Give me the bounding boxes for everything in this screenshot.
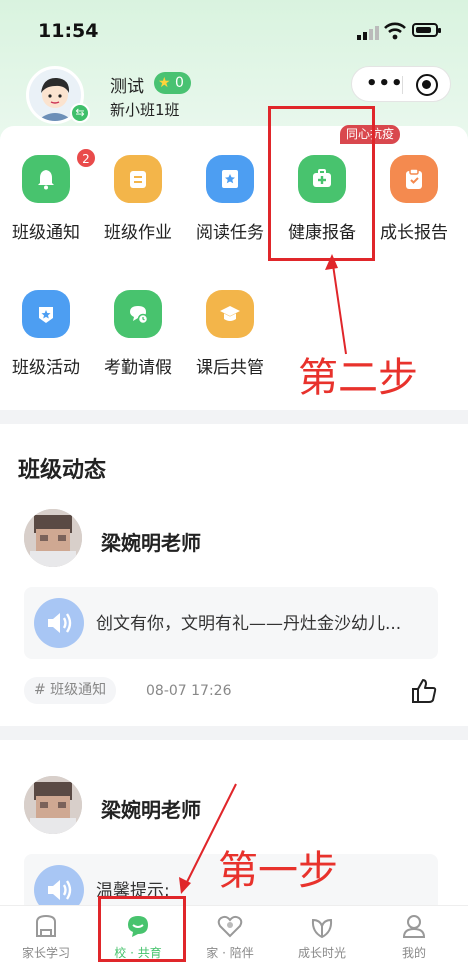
homework-icon bbox=[114, 155, 162, 203]
feature-class-notice[interactable]: 2 班级通知 bbox=[0, 148, 96, 265]
feature-label: 成长报告 bbox=[380, 223, 448, 243]
feature-after-school[interactable]: 课后共管 bbox=[184, 290, 276, 400]
school-bag-icon bbox=[36, 914, 56, 937]
topic-tag[interactable]: # 班级通知 bbox=[24, 677, 117, 704]
tab-home-companion[interactable]: 家 · 陪伴 bbox=[184, 906, 276, 971]
tab-mine[interactable]: 我的 bbox=[368, 906, 460, 971]
class-name: 新小班1班 bbox=[110, 101, 180, 119]
feature-label: 班级活动 bbox=[12, 358, 80, 378]
feature-class-homework[interactable]: 班级作业 bbox=[92, 155, 184, 265]
star-count: 0 bbox=[175, 75, 184, 91]
feature-attendance-leave[interactable]: 考勤请假 bbox=[92, 290, 184, 400]
more-icon[interactable]: ••• bbox=[366, 75, 404, 93]
like-icon[interactable] bbox=[410, 677, 438, 705]
tab-label: 成长时光 bbox=[297, 946, 346, 960]
signal-icon bbox=[357, 26, 379, 40]
star-badge: ★ 0 bbox=[154, 72, 191, 94]
feature-label: 班级通知 bbox=[12, 223, 80, 243]
tab-label: 家 · 陪伴 bbox=[206, 946, 254, 960]
feature-label: 阅读任务 bbox=[196, 223, 264, 243]
bell-icon: 2 bbox=[22, 148, 96, 203]
teacher-name[interactable]: 梁婉明老师 bbox=[101, 527, 201, 556]
clipboard-icon bbox=[390, 155, 438, 203]
activity-icon bbox=[22, 290, 70, 338]
tab-label: 我的 bbox=[401, 946, 426, 960]
step2-annotation: 第二步 bbox=[298, 355, 418, 401]
feature-class-activity[interactable]: 班级活动 bbox=[0, 290, 92, 400]
step2-arrow bbox=[325, 254, 347, 355]
heart-icon bbox=[217, 915, 243, 938]
feed-title: 班级动态 bbox=[18, 458, 107, 483]
user-name: 测试 bbox=[110, 77, 144, 97]
book-icon bbox=[206, 155, 254, 203]
close-miniprogram-icon[interactable] bbox=[416, 74, 438, 96]
person-icon bbox=[402, 915, 426, 938]
tab-parent-learning[interactable]: 家长学习 bbox=[0, 906, 92, 971]
mini-program-capsule: ••• bbox=[351, 66, 451, 102]
teacher-avatar[interactable] bbox=[24, 509, 82, 567]
audio-message-text: 创文有你，文明有礼——丹灶金沙幼儿... bbox=[96, 614, 402, 634]
status-time: 11:54 bbox=[38, 20, 99, 42]
feature-label: 课后共管 bbox=[196, 358, 264, 378]
step1-arrow bbox=[179, 783, 237, 894]
feature-growth-report[interactable]: 成长报告 bbox=[368, 155, 460, 265]
switch-child-icon[interactable]: ⇆ bbox=[70, 103, 90, 123]
bottom-tab-bar: 家长学习 校 · 共育 家 · 陪伴 成长时光 我的 bbox=[0, 905, 468, 971]
graduation-cap-icon bbox=[206, 290, 254, 338]
speaker-icon bbox=[34, 598, 84, 648]
tab-label: 家长学习 bbox=[21, 946, 70, 960]
feature-label: 考勤请假 bbox=[104, 358, 172, 378]
audio-message[interactable]: 创文有你，文明有礼——丹灶金沙幼儿... bbox=[24, 587, 438, 659]
step2-highlight-box bbox=[268, 106, 375, 261]
star-icon: ★ bbox=[158, 75, 171, 91]
chat-clock-icon bbox=[114, 290, 162, 338]
step1-highlight-box bbox=[98, 896, 186, 962]
post-time: 08-07 17:26 bbox=[146, 683, 232, 699]
feature-label: 班级作业 bbox=[104, 223, 172, 243]
leaf-icon bbox=[311, 918, 333, 939]
tab-growth-time[interactable]: 成长时光 bbox=[276, 906, 368, 971]
feature-reading-task[interactable]: 阅读任务 bbox=[184, 155, 276, 265]
wifi-icon bbox=[384, 22, 406, 40]
teacher-avatar[interactable] bbox=[24, 776, 82, 834]
battery-icon bbox=[412, 23, 441, 37]
capsule-divider bbox=[402, 76, 403, 94]
